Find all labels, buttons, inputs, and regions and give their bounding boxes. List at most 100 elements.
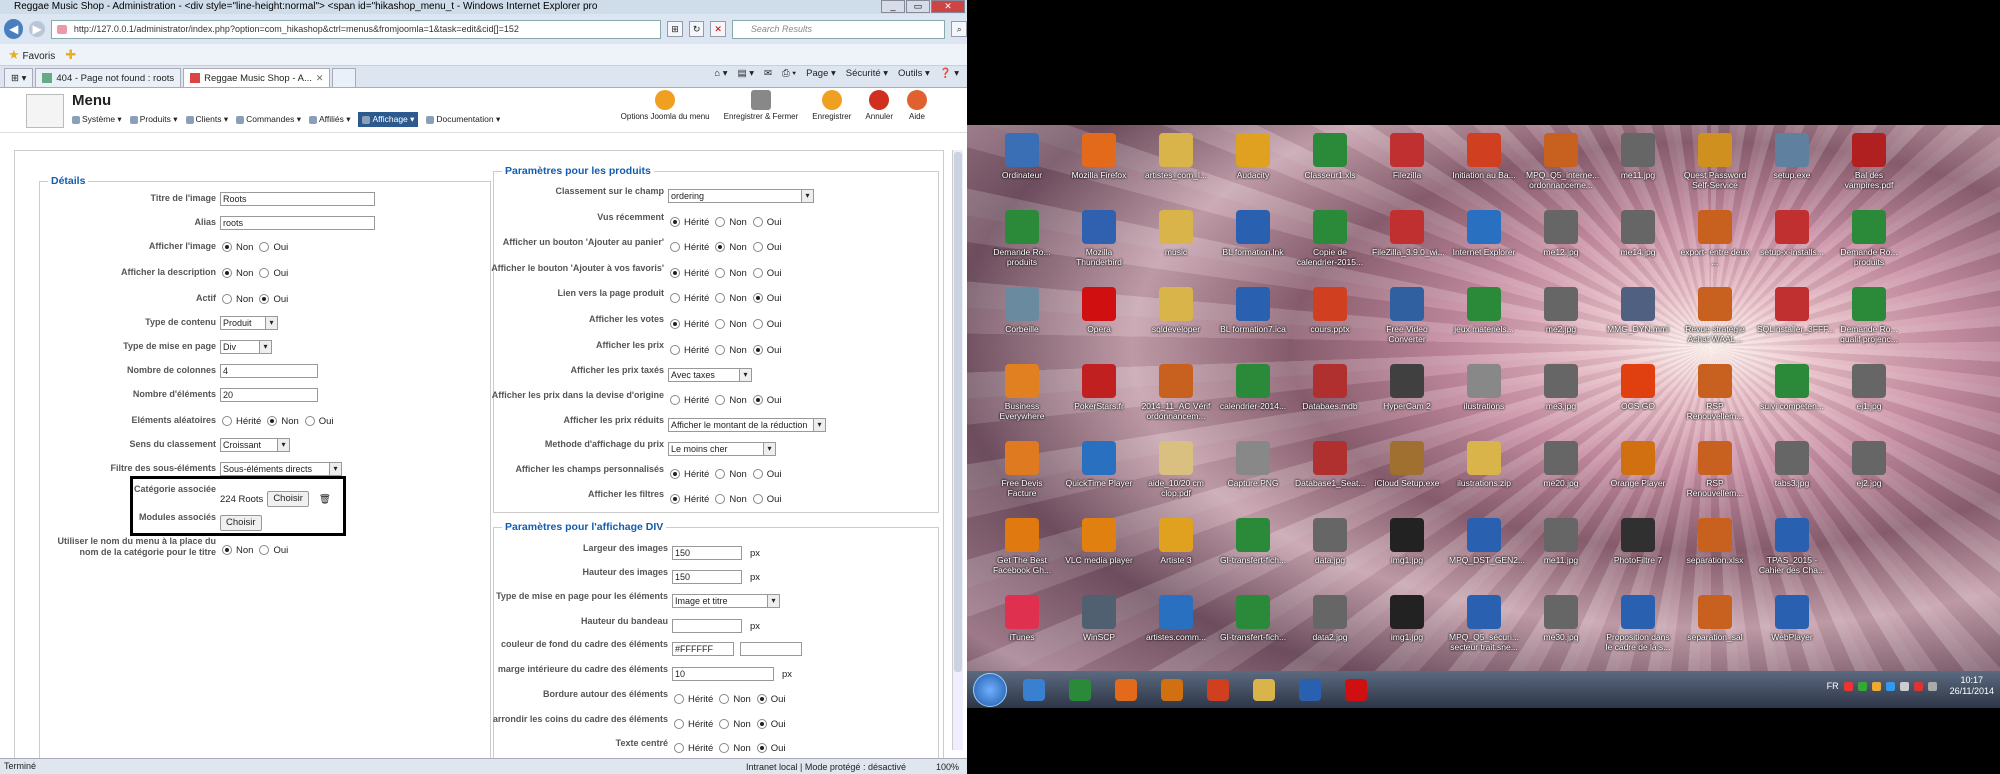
radio-prod6-0[interactable] [670,345,680,355]
radio-use-menu-name-0[interactable] [222,545,232,555]
cancel-button[interactable]: Annuler [865,90,893,121]
desktop-icon[interactable]: Database1_Seat... [1295,441,1365,488]
desktop-icon[interactable]: Filezilla [1372,133,1442,180]
search-icon[interactable]: ⌕ [951,21,967,37]
desktop-icon[interactable]: img1.jpg [1372,518,1442,565]
desktop-icon[interactable]: RSP Renouvellem... [1680,364,1750,421]
nav-documentation[interactable]: Documentation ▾ [426,114,500,125]
radio-prod12-0[interactable] [670,494,680,504]
desktop-icon[interactable]: ilustrations [1449,364,1519,411]
tab-reggae[interactable]: Reggae Music Shop - A... ✕ [183,68,331,87]
desktop-icon[interactable]: ej1.jpg [1834,364,1904,411]
radio-prod11-0[interactable] [670,469,680,479]
desktop-icon[interactable]: artistes_com_l... [1141,133,1211,180]
tools-menu[interactable]: Outils ▾ [898,68,930,79]
radio-prod11-2[interactable] [752,469,763,479]
desktop-icon[interactable] [1834,595,1904,632]
desktop-icon[interactable]: MPQ_Q5_interne... ordonnanceme... [1526,133,1599,190]
url-input[interactable]: http://127.0.0.1/administrator/index.php… [50,19,662,39]
stop-icon[interactable]: ✕ [710,21,726,37]
desktop-icon[interactable]: Initiation au Ba... [1449,133,1519,180]
radio-prod8-2[interactable] [752,395,763,405]
feeds-icon[interactable]: ▤ ▾ [738,68,754,79]
save-close-button[interactable]: Enregistrer & Fermer [724,90,798,121]
nav-systeme[interactable]: Système ▾ [72,114,122,125]
desktop-icon[interactable]: Classeur1.xls [1295,133,1365,180]
desktop-icon[interactable]: PokerStars.fr [1064,364,1134,411]
desktop-icon[interactable]: me30.jpg [1526,595,1596,642]
radio-show-desc-1[interactable] [259,268,270,278]
back-icon[interactable]: ◀ [4,19,24,39]
subfilter-select[interactable]: Sous-éléments directs [220,462,342,476]
desktop-icon[interactable]: me11.jpg [1603,133,1673,180]
taskbar-app-icon[interactable] [1013,674,1055,706]
forward-icon[interactable]: ▶ [29,21,45,37]
desktop-icon[interactable]: Demande Ro... qualif projenc... [1834,287,1904,344]
favorites-button[interactable]: ★ Favoris [8,47,55,63]
color-swatch[interactable] [740,642,802,656]
desktop-icon[interactable]: me3.jpg [1526,364,1596,411]
radio-prod2-1[interactable] [715,242,726,252]
desktop-icon[interactable]: Get The Best Facebook Gh... [987,518,1057,575]
mail-icon[interactable]: ✉ [764,68,772,79]
radio-prod12-1[interactable] [715,494,726,504]
print-icon[interactable]: ⎙ ▾ [782,68,796,79]
nav-produits[interactable]: Produits ▾ [130,114,178,125]
desktop-icon[interactable]: tabs3.jpg [1757,441,1827,488]
div-input[interactable] [672,619,742,633]
desktop-icon[interactable]: WinSCP [1064,595,1134,642]
desktop-icon[interactable]: ilustrations.zip [1449,441,1519,488]
radio-prod5-0[interactable] [670,319,680,329]
nav-clients[interactable]: Clients ▾ [186,114,229,125]
radio-prod12-2[interactable] [752,494,763,504]
maximize-button[interactable]: ▭ [906,0,930,13]
radio-prod4-2[interactable] [752,293,763,303]
desktop-icon[interactable]: separation_sal [1680,595,1750,642]
nav-affichage[interactable]: Affichage ▾ [358,112,419,127]
radio-prod3-2[interactable] [752,268,763,278]
radio-prod4-0[interactable] [670,293,680,303]
options-button[interactable]: Options Joomla du menu [621,90,710,121]
desktop-icon[interactable]: Free Video Converter [1372,287,1442,344]
desktop-icon[interactable]: QuickTime Player [1064,441,1134,488]
start-button[interactable] [973,672,1007,707]
desktop-icon[interactable]: export- entre deux ... [1680,210,1750,267]
search-input[interactable]: Search Results [731,19,946,39]
radio-prod6-1[interactable] [715,345,726,355]
nav-affilies[interactable]: Affiliés ▾ [309,114,351,125]
desktop-icon[interactable]: data2.jpg [1295,595,1365,642]
radio-div6-1[interactable] [719,694,730,704]
desktop-icon[interactable]: Opera [1064,287,1134,334]
desktop-icon[interactable]: Databaes.mdb [1295,364,1365,411]
desktop-icon[interactable]: BL formation.lnk [1218,210,1288,257]
radio-show-image-1[interactable] [259,242,270,252]
desktop-icon[interactable]: jeux materiels... [1449,287,1519,334]
prod-select[interactable]: ordering [668,189,814,203]
desktop-icon[interactable]: 2014_11_AC Vérif ordonnancem... [1141,364,1211,421]
desktop-icon[interactable]: MPQ_DST_GEN2... [1449,518,1525,565]
close-button[interactable]: ✕ [931,0,965,13]
taskbar-app-icon[interactable] [1059,674,1101,706]
desktop-icon[interactable]: MPQ_Q5_sécuri... secteur trait.sne... [1449,595,1519,652]
desktop-icon[interactable]: Demande Ro... produits [1834,210,1904,267]
radio-prod2-2[interactable] [752,242,763,252]
desktop-icon[interactable]: ej2.jpg [1834,441,1904,488]
radio-prod5-2[interactable] [752,319,763,329]
order-select[interactable]: Croissant [220,438,290,452]
desktop-icon[interactable]: Free Devis Facture [987,441,1057,498]
desktop-icon[interactable]: MMG_DYN.mmi [1603,287,1673,334]
desktop-icon[interactable]: Internet Explorer [1449,210,1519,257]
desktop-icon[interactable]: me2.jpg [1526,287,1596,334]
tab-404[interactable]: 404 - Page not found : roots [35,68,182,87]
desktop-icon[interactable]: Audacity [1218,133,1288,180]
desktop-icon[interactable]: calendrier-2014... [1218,364,1288,411]
compat-icon[interactable]: ⊞ [667,21,683,37]
desktop-icon[interactable]: Ordinateur [987,133,1057,180]
desktop-icon[interactable]: Mozilla Firefox [1064,133,1134,180]
div-input[interactable]: 150 [672,546,742,560]
prod-select[interactable]: Le moins cher [668,442,776,456]
radio-prod1-0[interactable] [670,217,680,227]
taskbar-app-icon[interactable] [1335,674,1377,706]
content-type-select[interactable]: Produit [220,316,278,330]
page-menu[interactable]: Page ▾ [806,68,836,79]
